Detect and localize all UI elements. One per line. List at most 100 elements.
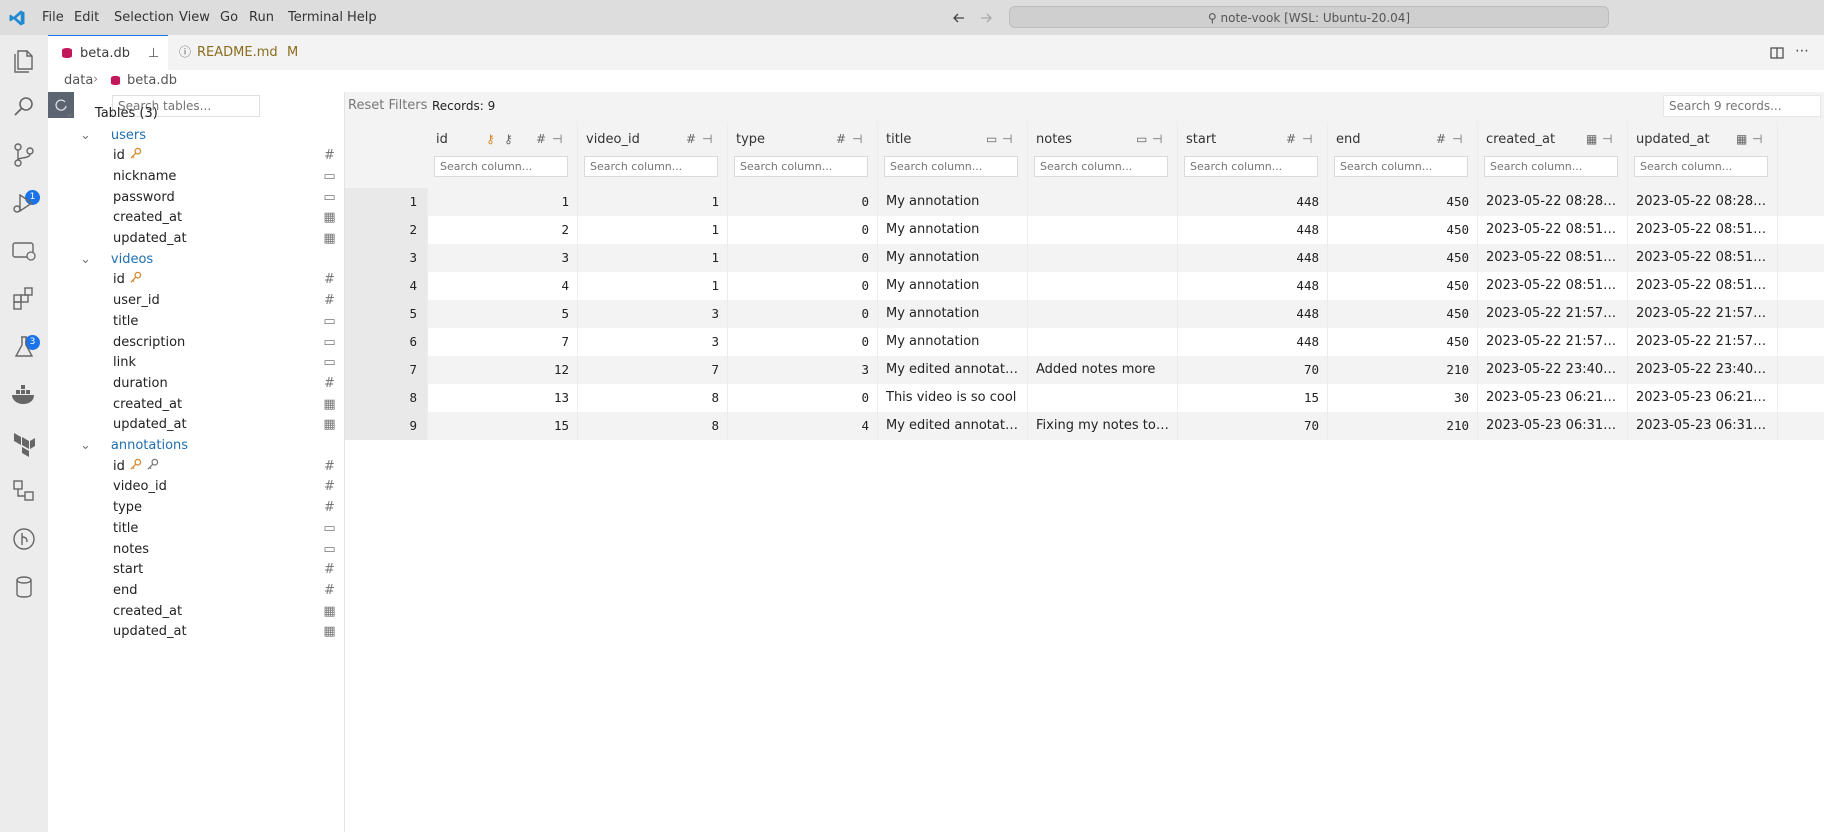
cell-created-at[interactable]: 2023-05-22 08:51:25.... <box>1478 244 1628 272</box>
source-control-icon[interactable] <box>8 139 40 171</box>
breadcrumb-folder[interactable]: data <box>64 73 93 88</box>
sqlite-database-icon[interactable] <box>8 571 40 603</box>
cell-video-id[interactable]: 1 <box>578 244 728 272</box>
pin-column-icon[interactable]: ⊣ <box>552 132 562 146</box>
cell-updated-at[interactable]: 2023-05-22 08:51:25.... <box>1628 244 1778 272</box>
more-actions-icon[interactable]: ⋯ <box>1795 43 1809 59</box>
cell-title[interactable]: My annotation <box>878 272 1028 300</box>
cell-type[interactable]: 0 <box>728 384 878 412</box>
cell-updated-at[interactable]: 2023-05-22 21:57:45.... <box>1628 300 1778 328</box>
column-header-updated-at[interactable]: updated_at ▦ ⊣ <box>1628 122 1778 188</box>
tree-column-annotations-created-at[interactable]: created_at <box>113 602 182 622</box>
tab-beta-db[interactable]: beta.db ⊥ <box>48 35 168 70</box>
pin-icon[interactable]: ⊥ <box>148 36 159 71</box>
row-number-cell[interactable]: 2 <box>345 216 428 244</box>
column-search-input[interactable] <box>1634 156 1768 177</box>
cell-id[interactable]: 12 <box>428 356 578 384</box>
table-row[interactable]: 8 13 8 0 This video is so cool 15 30 2023-05-23… <box>345 384 1824 412</box>
cell-title[interactable]: My annotation <box>878 328 1028 356</box>
row-number-cell[interactable]: 8 <box>345 384 428 412</box>
cell-title[interactable]: My annotation <box>878 300 1028 328</box>
search-records-input[interactable] <box>1663 95 1821 117</box>
row-number-cell[interactable]: 7 <box>345 356 428 384</box>
cell-created-at[interactable]: 2023-05-22 21:57:53.... <box>1478 328 1628 356</box>
cell-video-id[interactable]: 7 <box>578 356 728 384</box>
cell-type[interactable]: 0 <box>728 300 878 328</box>
cell-start[interactable]: 448 <box>1178 272 1328 300</box>
cell-start[interactable]: 448 <box>1178 216 1328 244</box>
cell-video-id[interactable]: 1 <box>578 216 728 244</box>
pin-column-icon[interactable]: ⊣ <box>1602 132 1612 146</box>
cell-updated-at[interactable]: 2023-05-22 08:51:26.... <box>1628 272 1778 300</box>
forward-arrow-icon[interactable] <box>979 11 993 25</box>
tree-column-videos-created-at[interactable]: created_at <box>113 395 182 415</box>
tree-column-videos-id[interactable]: id <box>113 270 142 290</box>
cell-notes[interactable] <box>1028 384 1178 412</box>
tree-table-annotations[interactable]: ⌄ annotations <box>80 436 188 456</box>
column-header-type[interactable]: type # ⊣ <box>728 122 878 188</box>
tree-column-videos-description[interactable]: description <box>113 333 185 353</box>
git-graph-icon[interactable] <box>8 523 40 555</box>
cell-id[interactable]: 5 <box>428 300 578 328</box>
docker-icon[interactable] <box>8 379 40 411</box>
cell-end[interactable]: 450 <box>1328 300 1478 328</box>
command-center[interactable]: ⚲ note-vook [WSL: Ubuntu-20.04] <box>1009 6 1609 28</box>
table-row[interactable]: 1 1 1 0 My annotation 448 450 2023-05-22 08:28:… <box>345 188 1824 216</box>
table-row[interactable]: 6 7 3 0 My annotation 448 450 2023-05-22 21:57:… <box>345 328 1824 356</box>
pin-column-icon[interactable]: ⊣ <box>1302 132 1312 146</box>
tree-column-videos-updated-at[interactable]: updated_at <box>113 415 187 435</box>
tree-column-annotations-notes[interactable]: notes <box>113 540 149 560</box>
cell-notes[interactable]: Fixing my notes to ex... <box>1028 412 1178 440</box>
column-header-video-id[interactable]: video_id # ⊣ <box>578 122 728 188</box>
cell-notes[interactable] <box>1028 272 1178 300</box>
tree-column-videos-title[interactable]: title <box>113 312 138 332</box>
menu-go[interactable]: Go <box>216 0 242 35</box>
table-row[interactable]: 4 4 1 0 My annotation 448 450 2023-05-22 08:51:… <box>345 272 1824 300</box>
cell-type[interactable]: 4 <box>728 412 878 440</box>
cell-end[interactable]: 210 <box>1328 412 1478 440</box>
table-row[interactable]: 7 12 7 3 My edited annotation Added notes mor… <box>345 356 1824 384</box>
cell-type[interactable]: 0 <box>728 272 878 300</box>
cell-notes[interactable] <box>1028 188 1178 216</box>
tree-column-users-id[interactable]: id <box>113 146 142 166</box>
cell-updated-at[interactable]: 2023-05-23 06:31:27.... <box>1628 412 1778 440</box>
cell-created-at[interactable]: 2023-05-22 21:57:45.... <box>1478 300 1628 328</box>
cell-created-at[interactable]: 2023-05-22 08:28:54.... <box>1478 188 1628 216</box>
tree-column-users-nickname[interactable]: nickname <box>113 167 176 187</box>
cell-type[interactable]: 0 <box>728 328 878 356</box>
cell-created-at[interactable]: 2023-05-22 08:51:26.... <box>1478 272 1628 300</box>
cell-video-id[interactable]: 1 <box>578 188 728 216</box>
cell-title[interactable]: My edited annotation <box>878 412 1028 440</box>
cell-updated-at[interactable]: 2023-05-22 08:51:24.... <box>1628 216 1778 244</box>
menu-edit[interactable]: Edit <box>70 0 103 35</box>
column-search-input[interactable] <box>734 156 868 177</box>
row-number-cell[interactable]: 4 <box>345 272 428 300</box>
row-number-cell[interactable]: 6 <box>345 328 428 356</box>
cell-title[interactable]: This video is so cool <box>878 384 1028 412</box>
testing-flask-icon[interactable] <box>8 331 40 363</box>
cell-updated-at[interactable]: 2023-05-22 21:57:53.... <box>1628 328 1778 356</box>
split-editor-icon[interactable] <box>1770 46 1784 60</box>
cell-end[interactable]: 210 <box>1328 356 1478 384</box>
cell-title[interactable]: My annotation <box>878 244 1028 272</box>
tree-column-videos-link[interactable]: link <box>113 353 136 373</box>
cell-id[interactable]: 2 <box>428 216 578 244</box>
cell-type[interactable]: 0 <box>728 244 878 272</box>
tree-column-users-updated-at[interactable]: updated_at <box>113 229 187 249</box>
cell-created-at[interactable]: 2023-05-22 08:51:24.... <box>1478 216 1628 244</box>
cell-end[interactable]: 450 <box>1328 272 1478 300</box>
table-row[interactable]: 9 15 8 4 My edited annotation Fixing my notes… <box>345 412 1824 440</box>
pin-column-icon[interactable]: ⊣ <box>1752 132 1762 146</box>
column-search-input[interactable] <box>1334 156 1468 177</box>
cell-title[interactable]: My edited annotation <box>878 356 1028 384</box>
cell-updated-at[interactable]: 2023-05-22 23:40:16.... <box>1628 356 1778 384</box>
tab-readme[interactable]: ⓘ README.md M <box>169 35 319 70</box>
cell-video-id[interactable]: 8 <box>578 384 728 412</box>
row-number-cell[interactable]: 5 <box>345 300 428 328</box>
tree-table-videos[interactable]: ⌄ videos <box>80 250 153 270</box>
cell-id[interactable]: 1 <box>428 188 578 216</box>
cell-notes[interactable] <box>1028 244 1178 272</box>
table-row[interactable]: 5 5 3 0 My annotation 448 450 2023-05-22 21:57:… <box>345 300 1824 328</box>
cell-video-id[interactable]: 8 <box>578 412 728 440</box>
cell-type[interactable]: 0 <box>728 216 878 244</box>
